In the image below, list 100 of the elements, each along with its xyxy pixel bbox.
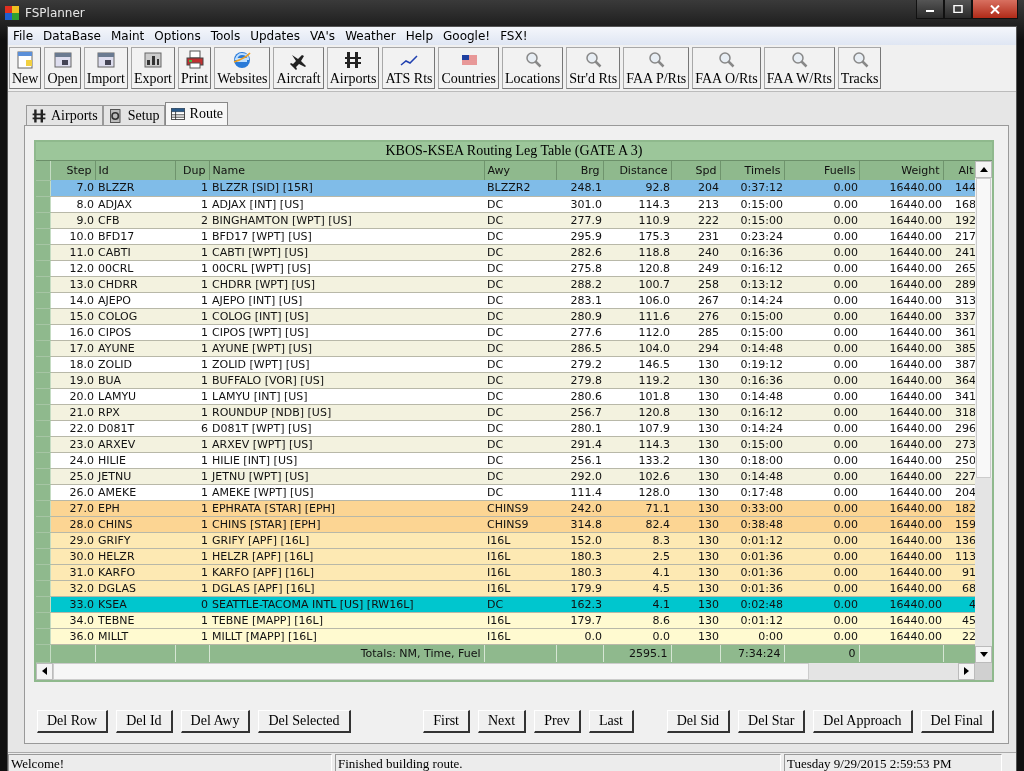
maximize-button[interactable] bbox=[944, 0, 972, 19]
action-button[interactable]: Del Id bbox=[116, 709, 173, 733]
table-row[interactable]: 7.0 BLZZR 1 BLZZR [SID] [15R] BLZZR2 248.1 92.8 204 0:37:12 0.00 16440.00 144 bbox=[36, 180, 975, 196]
menu-item[interactable]: Maint bbox=[107, 29, 152, 43]
toolbar-button[interactable]: FAA W/Rts bbox=[763, 47, 835, 89]
action-button[interactable]: Del Star bbox=[738, 709, 806, 733]
menu-item[interactable]: Updates bbox=[247, 29, 307, 43]
tab[interactable]: Setup bbox=[102, 105, 165, 125]
menu-item[interactable]: Weather bbox=[342, 29, 403, 43]
maximize-icon bbox=[953, 5, 963, 13]
column-header[interactable]: Brg bbox=[556, 161, 603, 180]
menu-item[interactable]: Help bbox=[402, 29, 440, 43]
toolbar-button[interactable]: Print bbox=[178, 47, 212, 89]
table-cell: 144 bbox=[943, 180, 975, 196]
table-row[interactable]: 26.0 AMEKE 1 AMEKE [WPT] [US] DC 111.4 128.0 130 0:17:48 0.00 16440.00 204 bbox=[36, 484, 975, 500]
column-header[interactable]: Awy bbox=[484, 161, 556, 180]
column-header[interactable]: Name bbox=[209, 161, 484, 180]
action-button[interactable]: Del Selected bbox=[258, 709, 351, 733]
table-row[interactable]: 33.0 KSEA 0 SEATTLE-TACOMA INTL [US] [RW16L] DC 162.3 4.1 130 0:02:48 0.00 16440.00 4 bbox=[36, 596, 975, 612]
table-row[interactable]: 29.0 GRIFY 1 GRIFY [APF] [16L] I16L 152.0 8.3 130 0:01:12 0.00 16440.00 136 bbox=[36, 532, 975, 548]
action-button[interactable]: Next bbox=[478, 709, 527, 733]
table-row[interactable]: 25.0 JETNU 1 JETNU [WPT] [US] DC 292.0 102.6 130 0:14:48 0.00 16440.00 227 bbox=[36, 468, 975, 484]
action-button[interactable]: First bbox=[423, 709, 470, 733]
table-row[interactable]: 15.0 COLOG 1 COLOG [INT] [US] DC 280.9 111.6 276 0:15:00 0.00 16440.00 337 bbox=[36, 308, 975, 324]
toolbar-button[interactable]: Aircraft bbox=[273, 47, 324, 89]
folder-icon bbox=[95, 50, 116, 70]
tab[interactable]: Airports bbox=[26, 105, 103, 125]
action-button[interactable]: Last bbox=[588, 709, 634, 733]
column-header[interactable]: Distance bbox=[603, 161, 671, 180]
table-row[interactable]: 21.0 RPX 1 ROUNDUP [NDB] [US] DC 256.7 120.8 130 0:16:12 0.00 16440.00 318 bbox=[36, 404, 975, 420]
toolbar-button[interactable]: FAA P/Rts bbox=[623, 47, 690, 89]
table-row[interactable]: 31.0 KARFO 1 KARFO [APF] [16L] I16L 180.3 4.1 130 0:01:36 0.00 16440.00 91 bbox=[36, 564, 975, 580]
printer-icon bbox=[184, 50, 205, 70]
scroll-up-icon[interactable] bbox=[975, 161, 992, 178]
column-header[interactable]: Step bbox=[50, 161, 95, 180]
column-header[interactable]: Spd bbox=[671, 161, 720, 180]
toolbar-button[interactable]: Str'd Rts bbox=[566, 47, 621, 89]
table-row[interactable]: 9.0 CFB 2 BINGHAMTON [WPT] [US] DC 277.9 110.9 222 0:15:00 0.00 16440.00 192 bbox=[36, 212, 975, 228]
table-row[interactable]: 14.0 AJEPO 1 AJEPO [INT] [US] DC 283.1 106.0 267 0:14:24 0.00 16440.00 313 bbox=[36, 292, 975, 308]
horizontal-scrollbar[interactable] bbox=[36, 662, 992, 680]
action-button[interactable]: Del Sid bbox=[666, 709, 731, 733]
action-button[interactable]: Prev bbox=[534, 709, 581, 733]
table-row[interactable]: 17.0 AYUNE 1 AYUNE [WPT] [US] DC 286.5 104.0 294 0:14:48 0.00 16440.00 385 bbox=[36, 340, 975, 356]
table-row[interactable]: 30.0 HELZR 1 HELZR [APF] [16L] I16L 180.3 2.5 130 0:01:36 0.00 16440.00 113 bbox=[36, 548, 975, 564]
table-row[interactable]: 8.0 ADJAX 1 ADJAX [INT] [US] DC 301.0 114.3 213 0:15:00 0.00 16440.00 168 bbox=[36, 196, 975, 212]
table-row[interactable]: 27.0 EPH 1 EPHRATA [STAR] [EPH] CHINS9 242.0 71.1 130 0:33:00 0.00 16440.00 182 bbox=[36, 500, 975, 516]
toolbar-button[interactable]: Websites bbox=[214, 47, 271, 89]
table-row[interactable]: 32.0 DGLAS 1 DGLAS [APF] [16L] I16L 179.9 4.5 130 0:01:36 0.00 16440.00 68 bbox=[36, 580, 975, 596]
toolbar-button[interactable]: Open bbox=[44, 47, 81, 89]
table-row[interactable]: 36.0 MILLT 1 MILLT [MAPP] [16L] I16L 0.0 0.0 130 0:00 0.00 16440.00 22 bbox=[36, 628, 975, 644]
table-row[interactable]: 11.0 CABTI 1 CABTI [WPT] [US] DC 282.6 118.8 240 0:16:36 0.00 16440.00 241 bbox=[36, 244, 975, 260]
toolbar-button[interactable]: Tracks bbox=[837, 47, 882, 89]
toolbar-button[interactable]: ATS Rts bbox=[382, 47, 436, 89]
toolbar-button[interactable]: Airports bbox=[326, 47, 380, 89]
table-row[interactable]: 18.0 ZOLID 1 ZOLID [WPT] [US] DC 279.2 146.5 130 0:19:12 0.00 16440.00 387 bbox=[36, 356, 975, 372]
column-header[interactable]: FuelIs bbox=[784, 161, 859, 180]
menu-item[interactable]: FSX! bbox=[497, 29, 535, 43]
action-button[interactable]: Del Row bbox=[37, 709, 109, 733]
menu-item[interactable]: DataBase bbox=[40, 29, 108, 43]
table-row[interactable]: 24.0 HILIE 1 HILIE [INT] [US] DC 256.1 133.2 130 0:18:00 0.00 16440.00 250 bbox=[36, 452, 975, 468]
tab[interactable]: Route bbox=[164, 102, 228, 125]
status-text: Tuesday 9/29/2015 2:59:53 PM bbox=[784, 753, 1002, 771]
menu-item[interactable]: Tools bbox=[207, 29, 248, 43]
table-row[interactable]: 13.0 CHDRR 1 CHDRR [WPT] [US] DC 288.2 100.7 258 0:13:12 0.00 16440.00 289 bbox=[36, 276, 975, 292]
vertical-scrollbar[interactable] bbox=[975, 161, 992, 663]
toolbar-button[interactable]: Import bbox=[83, 47, 128, 89]
column-header[interactable]: Dup bbox=[175, 161, 209, 180]
menu-item[interactable]: File bbox=[10, 29, 41, 43]
menu-item[interactable]: VA's bbox=[306, 29, 343, 43]
table-cell: BLZZR2 bbox=[484, 180, 556, 196]
toolbar-button[interactable]: Countries bbox=[438, 47, 499, 89]
menu-item[interactable]: Options bbox=[151, 29, 208, 43]
toolbar-button[interactable]: New bbox=[9, 47, 42, 89]
table-cell: 0.00 bbox=[784, 180, 859, 196]
table-row[interactable]: 22.0 D081T 6 D081T [WPT] [US] DC 280.1 107.9 130 0:14:24 0.00 16440.00 296 bbox=[36, 420, 975, 436]
close-button[interactable] bbox=[972, 0, 1018, 19]
table-cell: 1 bbox=[175, 180, 209, 196]
toolbar-button[interactable]: Locations bbox=[501, 47, 564, 89]
table-cell: 204 bbox=[671, 180, 720, 196]
table-icon bbox=[169, 106, 186, 122]
action-button[interactable]: Del Final bbox=[920, 709, 994, 733]
minimize-button[interactable] bbox=[916, 0, 944, 19]
table-row[interactable]: 19.0 BUA 1 BUFFALO [VOR] [US] DC 279.8 119.2 130 0:16:36 0.00 16440.00 364 bbox=[36, 372, 975, 388]
column-header[interactable]: TimeIs bbox=[720, 161, 784, 180]
toolbar-button[interactable]: Export bbox=[130, 47, 175, 89]
table-row[interactable]: 34.0 TEBNE 1 TEBNE [MAPP] [16L] I16L 179.7 8.6 130 0:01:12 0.00 16440.00 45 bbox=[36, 612, 975, 628]
table-row[interactable]: 28.0 CHINS 1 CHINS [STAR] [EPH] CHINS9 314.8 82.4 130 0:38:48 0.00 16440.00 159 bbox=[36, 516, 975, 532]
column-header[interactable]: Id bbox=[95, 161, 175, 180]
scroll-right-icon[interactable] bbox=[958, 662, 975, 680]
action-button[interactable]: Del Awy bbox=[180, 709, 251, 733]
action-button[interactable]: Del Approach bbox=[813, 709, 913, 733]
column-header[interactable]: Alt bbox=[943, 161, 975, 180]
table-row[interactable]: 20.0 LAMYU 1 LAMYU [INT] [US] DC 280.6 101.8 130 0:14:48 0.00 16440.00 341 bbox=[36, 388, 975, 404]
toolbar-button[interactable]: FAA O/Rts bbox=[692, 47, 761, 89]
menu-item[interactable]: Google! bbox=[440, 29, 498, 43]
table-row[interactable]: 16.0 CIPOS 1 CIPOS [WPT] [US] DC 277.6 112.0 285 0:15:00 0.00 16440.00 361 bbox=[36, 324, 975, 340]
table-row[interactable]: 12.0 00CRL 1 00CRL [WPT] [US] DC 275.8 120.8 249 0:16:12 0.00 16440.00 265 bbox=[36, 260, 975, 276]
table-row[interactable]: 23.0 ARXEV 1 ARXEV [WPT] [US] DC 291.4 114.3 130 0:15:00 0.00 16440.00 273 bbox=[36, 436, 975, 452]
column-header[interactable]: Weight bbox=[859, 161, 943, 180]
table-row[interactable]: 10.0 BFD17 1 BFD17 [WPT] [US] DC 295.9 175.3 231 0:23:24 0.00 16440.00 217 bbox=[36, 228, 975, 244]
